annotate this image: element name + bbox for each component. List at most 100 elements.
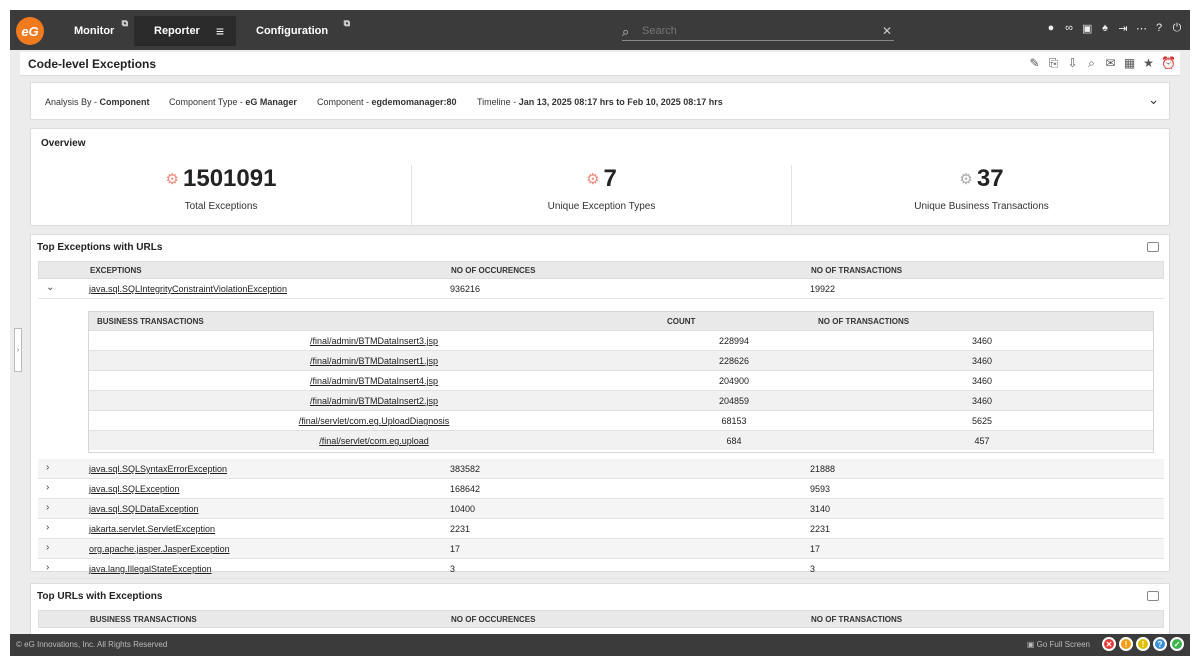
transactions-value: 9593 (810, 484, 831, 494)
table-row: › java.sql.SQLException 168642 9593 (38, 479, 1164, 499)
top-icons: ● ∞ ▣ ♠ ⇥ ⋯ ? ⏻ (1046, 22, 1182, 35)
col-exceptions[interactable]: EXCEPTIONS (90, 266, 142, 275)
col-occurences[interactable]: NO OF OCCURENCES (451, 615, 535, 624)
col-transactions[interactable]: NO OF TRANSACTIONS (811, 266, 902, 275)
sidebar-toggle-handle[interactable]: › (14, 328, 22, 372)
link-icon[interactable]: ∞ (1064, 22, 1074, 35)
col-occurences[interactable]: NO OF OCCURENCES (451, 266, 535, 275)
occurences-value: 168642 (450, 484, 481, 494)
count-value: 204859 (718, 396, 750, 406)
eg-logo[interactable]: eG (16, 17, 44, 45)
col-no-of-transactions[interactable]: NO OF TRANSACTIONS (818, 317, 909, 326)
exception-link[interactable]: java.sql.SQLException (89, 484, 180, 494)
search-report-icon[interactable]: ⌕ (1085, 56, 1098, 71)
export-icon[interactable]: ⇩ (1066, 56, 1079, 71)
expand-chevron-icon[interactable]: › (46, 542, 56, 553)
tx-value: 3460 (971, 396, 993, 406)
unique-bt-label: Unique Business Transactions (914, 201, 1049, 212)
minor-alarm-icon[interactable]: ! (1136, 637, 1150, 651)
total-exceptions-label: Total Exceptions (184, 201, 258, 212)
analysis-by: Analysis By - Component (45, 97, 150, 107)
exception-link[interactable]: java.lang.IllegalStateException (89, 564, 212, 574)
more-icon[interactable]: ⋯ (1136, 22, 1147, 35)
col-business-transactions[interactable]: BUSINESS TRANSACTIONS (90, 615, 197, 624)
power-icon[interactable]: ⏻ (1172, 22, 1182, 35)
url-link[interactable]: /final/servlet/com.eg.upload (89, 436, 659, 446)
occurences-value: 10400 (450, 504, 476, 514)
clear-search-icon[interactable]: ✕ (882, 24, 894, 38)
occurences-value: 383582 (450, 464, 481, 474)
url-link[interactable]: /final/admin/BTMDataInsert3.jsp (89, 336, 659, 346)
footer-bar: © eG Innovations, Inc. All Rights Reserv… (10, 634, 1190, 656)
page-title: Code-level Exceptions (28, 57, 157, 71)
nav-monitor[interactable]: Monitor ⧉ (54, 16, 134, 46)
chevron-down-icon[interactable]: ⌄ (1148, 92, 1159, 108)
nested-bt-table: BUSINESS TRANSACTIONS COUNT NO OF TRANSA… (88, 311, 1154, 453)
exception-link[interactable]: java.sql.SQLIntegrityConstraintViolation… (89, 284, 287, 294)
table-header: BUSINESS TRANSACTIONS NO OF OCCURENCES N… (38, 610, 1164, 628)
nested-row: /final/servlet/com.eg.UploadDiagnosis 68… (89, 410, 1153, 430)
comment-icon[interactable] (1147, 242, 1159, 252)
comment-icon[interactable] (1147, 591, 1159, 601)
url-link[interactable]: /final/admin/BTMDataInsert4.jsp (89, 376, 659, 386)
nav-reporter[interactable]: Reporter ≡ (134, 16, 236, 46)
exception-link[interactable]: org.apache.jasper.JasperException (89, 544, 230, 554)
gears-icon: ⚙ (165, 171, 179, 188)
user-icon[interactable]: ● (1046, 22, 1056, 35)
tx-value: 3460 (971, 376, 993, 386)
nav-configuration[interactable]: Configuration ⧉ (236, 16, 356, 46)
table-row: › org.apache.jasper.JasperException 17 1… (38, 539, 1164, 559)
col-transactions[interactable]: NO OF TRANSACTIONS (811, 615, 902, 624)
email-icon[interactable]: ✉ (1104, 56, 1117, 71)
bell-icon[interactable]: ♠ (1100, 22, 1110, 35)
critical-alarm-icon[interactable]: ✕ (1102, 637, 1116, 651)
nav-reporter-label: Reporter (154, 25, 200, 37)
normal-status-icon[interactable]: ✓ (1170, 637, 1184, 651)
display-icon[interactable]: ▣ (1082, 22, 1092, 35)
unique-bt-stat: ⚙ 37 Unique Business Transactions (791, 165, 1171, 227)
pdf-icon[interactable]: ⎘ (1047, 56, 1060, 71)
url-link[interactable]: /final/admin/BTMDataInsert2.jsp (89, 396, 659, 406)
total-exceptions-stat: ⚙ 1501091 Total Exceptions (31, 165, 411, 227)
transactions-value: 19922 (810, 284, 836, 294)
transactions-value: 3 (810, 564, 816, 574)
top-nav-bar: eG Monitor ⧉ Reporter ≡ Configuration ⧉ … (10, 10, 1190, 50)
schedule-alarm-icon[interactable]: ⏰ (1161, 56, 1176, 71)
url-link[interactable]: /final/servlet/com.eg.UploadDiagnosis (89, 416, 659, 426)
exception-link[interactable]: jakarta.servlet.ServletException (89, 524, 215, 534)
nested-row: /final/admin/BTMDataInsert3.jsp 228994 3… (89, 330, 1153, 350)
expand-chevron-icon[interactable]: › (46, 522, 56, 533)
status-indicators: ✕ ! ! ? ✓ (1102, 637, 1184, 651)
unknown-alarm-icon[interactable]: ? (1153, 637, 1167, 651)
collapse-chevron-icon[interactable]: ⌄ (46, 282, 56, 293)
expand-chevron-icon[interactable]: › (46, 482, 56, 493)
search-icon: ⌕ (622, 23, 630, 39)
col-business-transactions[interactable]: BUSINESS TRANSACTIONS (97, 317, 204, 326)
tx-value: 3460 (971, 336, 993, 346)
edit-report-icon[interactable]: ✎ (1028, 56, 1041, 71)
occurences-value: 3 (450, 564, 456, 574)
exception-link[interactable]: java.sql.SQLSyntaxErrorException (89, 464, 227, 474)
expand-chevron-icon[interactable]: › (46, 562, 56, 573)
help-icon[interactable]: ? (1154, 22, 1164, 35)
search-input[interactable] (642, 24, 882, 37)
major-alarm-icon[interactable]: ! (1119, 637, 1133, 651)
col-count[interactable]: COUNT (667, 317, 695, 326)
tx-value: 3460 (971, 356, 993, 366)
url-link[interactable]: /final/admin/BTMDataInsert1.jsp (89, 356, 659, 366)
excel-icon[interactable]: ▦ (1123, 56, 1136, 71)
transactions-value: 17 (810, 544, 821, 554)
table-header: EXCEPTIONS NO OF OCCURENCES NO OF TRANSA… (38, 261, 1164, 279)
transactions-value: 2231 (810, 524, 831, 534)
expand-chevron-icon[interactable]: › (46, 462, 56, 473)
exception-link[interactable]: java.sql.SQLDataException (89, 504, 199, 514)
overview-heading: Overview (41, 138, 86, 149)
favorite-star-icon[interactable]: ★ (1142, 56, 1155, 71)
hamburger-menu-icon[interactable]: ≡ (216, 23, 224, 39)
go-full-screen-button[interactable]: ▣ Go Full Screen (1027, 640, 1090, 649)
signout-icon[interactable]: ⇥ (1118, 22, 1128, 35)
count-value: 228994 (718, 336, 750, 346)
nested-row: /final/admin/BTMDataInsert4.jsp 204900 3… (89, 370, 1153, 390)
expand-chevron-icon[interactable]: › (46, 502, 56, 513)
app-window: eG Monitor ⧉ Reporter ≡ Configuration ⧉ … (10, 10, 1190, 656)
